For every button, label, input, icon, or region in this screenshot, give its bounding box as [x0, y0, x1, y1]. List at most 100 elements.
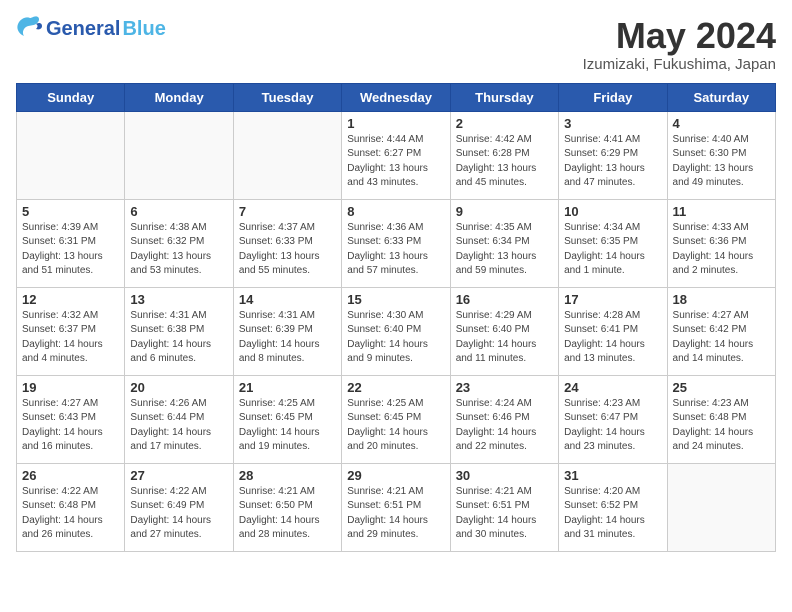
- day-number: 31: [564, 468, 661, 483]
- cell-info: Sunrise: 4:27 AM Sunset: 6:43 PM Dayligh…: [22, 397, 119, 455]
- day-number: 2: [456, 116, 553, 131]
- weekday-header-sunday: Sunday: [17, 83, 125, 111]
- calendar-cell: 15 Sunrise: 4:30 AM Sunset: 6:40 PM Dayli…: [342, 287, 450, 375]
- calendar-cell: 6 Sunrise: 4:38 AM Sunset: 6:32 PM Daylig…: [125, 199, 233, 287]
- calendar-cell: 2 Sunrise: 4:42 AM Sunset: 6:28 PM Daylig…: [450, 111, 558, 199]
- calendar-cell: 16Sunrise: 4:29 AM Sunset: 6:40 PM Dayli…: [450, 287, 558, 375]
- day-number: 13: [130, 292, 227, 307]
- weekday-header-row: SundayMondayTuesdayWednesdayThursdayFrid…: [17, 83, 776, 111]
- cell-info: Sunrise: 4:37 AM Sunset: 6:33 PM Dayligh…: [239, 221, 336, 279]
- page-header: GeneralBlue May 2024 Izumizaki, Fukushim…: [16, 16, 776, 73]
- cell-info: Sunrise: 4:26 AM Sunset: 6:44 PM Dayligh…: [130, 397, 227, 455]
- calendar-cell: 24 Sunrise: 4:23 AM Sunset: 6:47 PM Dayli…: [559, 375, 667, 463]
- title-section: May 2024 Izumizaki, Fukushima, Japan: [583, 16, 776, 73]
- calendar-cell: 13 Sunrise: 4:31 AM Sunset: 6:38 PM Dayli…: [125, 287, 233, 375]
- day-number: 30: [456, 468, 553, 483]
- day-number: 18: [673, 292, 770, 307]
- day-number: 15: [347, 292, 444, 307]
- calendar-cell: 18 Sunrise: 4:27 AM Sunset: 6:42 PM Dayli…: [667, 287, 775, 375]
- day-number: 12: [22, 292, 119, 307]
- cell-info: Sunrise: 4:40 AM Sunset: 6:30 PM Dayligh…: [673, 133, 770, 191]
- day-number: 14: [239, 292, 336, 307]
- calendar-cell: 9 Sunrise: 4:35 AM Sunset: 6:34 PM Daylig…: [450, 199, 558, 287]
- day-number: 6: [130, 204, 227, 219]
- weekday-header-monday: Monday: [125, 83, 233, 111]
- cell-info: Sunrise: 4:23 AM Sunset: 6:48 PM Dayligh…: [673, 397, 770, 455]
- cell-info: Sunrise: 4:21 AM Sunset: 6:51 PM Dayligh…: [347, 485, 444, 543]
- day-number: 23: [456, 380, 553, 395]
- cell-info: Sunrise: 4:41 AM Sunset: 6:29 PM Dayligh…: [564, 133, 661, 191]
- logo-blue-text: Blue: [122, 18, 165, 41]
- calendar-cell: 10Sunrise: 4:34 AM Sunset: 6:35 PM Dayli…: [559, 199, 667, 287]
- calendar-week-1: 1 Sunrise: 4:44 AM Sunset: 6:27 PM Daylig…: [17, 111, 776, 199]
- cell-info: Sunrise: 4:22 AM Sunset: 6:49 PM Dayligh…: [130, 485, 227, 543]
- calendar-cell: 22Sunrise: 4:25 AM Sunset: 6:45 PM Dayli…: [342, 375, 450, 463]
- cell-info: Sunrise: 4:44 AM Sunset: 6:27 PM Dayligh…: [347, 133, 444, 191]
- cell-info: Sunrise: 4:38 AM Sunset: 6:32 PM Dayligh…: [130, 221, 227, 279]
- cell-info: Sunrise: 4:31 AM Sunset: 6:38 PM Dayligh…: [130, 309, 227, 367]
- cell-info: Sunrise: 4:39 AM Sunset: 6:31 PM Dayligh…: [22, 221, 119, 279]
- calendar-cell: 31Sunrise: 4:20 AM Sunset: 6:52 PM Dayli…: [559, 463, 667, 551]
- cell-info: Sunrise: 4:36 AM Sunset: 6:33 PM Dayligh…: [347, 221, 444, 279]
- calendar-cell: [17, 111, 125, 199]
- calendar-cell: 7 Sunrise: 4:37 AM Sunset: 6:33 PM Daylig…: [233, 199, 341, 287]
- calendar-cell: 27 Sunrise: 4:22 AM Sunset: 6:49 PM Dayli…: [125, 463, 233, 551]
- cell-info: Sunrise: 4:21 AM Sunset: 6:51 PM Dayligh…: [456, 485, 553, 543]
- day-number: 24: [564, 380, 661, 395]
- calendar-cell: [125, 111, 233, 199]
- cell-info: Sunrise: 4:30 AM Sunset: 6:40 PM Dayligh…: [347, 309, 444, 367]
- day-number: 27: [130, 468, 227, 483]
- cell-info: Sunrise: 4:42 AM Sunset: 6:28 PM Dayligh…: [456, 133, 553, 191]
- calendar-cell: 21Sunrise: 4:25 AM Sunset: 6:45 PM Dayli…: [233, 375, 341, 463]
- day-number: 28: [239, 468, 336, 483]
- calendar-cell: 1 Sunrise: 4:44 AM Sunset: 6:27 PM Daylig…: [342, 111, 450, 199]
- calendar-cell: 20 Sunrise: 4:26 AM Sunset: 6:44 PM Dayli…: [125, 375, 233, 463]
- logo-general-text: General: [46, 18, 120, 41]
- day-number: 9: [456, 204, 553, 219]
- weekday-header-friday: Friday: [559, 83, 667, 111]
- calendar-week-3: 12 Sunrise: 4:32 AM Sunset: 6:37 PM Dayli…: [17, 287, 776, 375]
- cell-info: Sunrise: 4:23 AM Sunset: 6:47 PM Dayligh…: [564, 397, 661, 455]
- logo-bird-icon: [16, 16, 44, 42]
- cell-info: Sunrise: 4:35 AM Sunset: 6:34 PM Dayligh…: [456, 221, 553, 279]
- calendar-cell: 3 Sunrise: 4:41 AM Sunset: 6:29 PM Daylig…: [559, 111, 667, 199]
- calendar-cell: 28Sunrise: 4:21 AM Sunset: 6:50 PM Dayli…: [233, 463, 341, 551]
- day-number: 8: [347, 204, 444, 219]
- calendar-cell: 12 Sunrise: 4:32 AM Sunset: 6:37 PM Dayli…: [17, 287, 125, 375]
- calendar-cell: 17 Sunrise: 4:28 AM Sunset: 6:41 PM Dayli…: [559, 287, 667, 375]
- month-title: May 2024: [583, 16, 776, 56]
- logo: GeneralBlue: [16, 16, 166, 42]
- calendar-cell: 26Sunrise: 4:22 AM Sunset: 6:48 PM Dayli…: [17, 463, 125, 551]
- day-number: 26: [22, 468, 119, 483]
- calendar-cell: [667, 463, 775, 551]
- cell-info: Sunrise: 4:27 AM Sunset: 6:42 PM Dayligh…: [673, 309, 770, 367]
- day-number: 20: [130, 380, 227, 395]
- day-number: 25: [673, 380, 770, 395]
- cell-info: Sunrise: 4:31 AM Sunset: 6:39 PM Dayligh…: [239, 309, 336, 367]
- day-number: 10: [564, 204, 661, 219]
- weekday-header-saturday: Saturday: [667, 83, 775, 111]
- calendar-cell: 23 Sunrise: 4:24 AM Sunset: 6:46 PM Dayli…: [450, 375, 558, 463]
- calendar-week-5: 26Sunrise: 4:22 AM Sunset: 6:48 PM Dayli…: [17, 463, 776, 551]
- day-number: 7: [239, 204, 336, 219]
- day-number: 19: [22, 380, 119, 395]
- day-number: 22: [347, 380, 444, 395]
- cell-info: Sunrise: 4:28 AM Sunset: 6:41 PM Dayligh…: [564, 309, 661, 367]
- calendar-cell: 19 Sunrise: 4:27 AM Sunset: 6:43 PM Dayli…: [17, 375, 125, 463]
- cell-info: Sunrise: 4:32 AM Sunset: 6:37 PM Dayligh…: [22, 309, 119, 367]
- day-number: 3: [564, 116, 661, 131]
- day-number: 4: [673, 116, 770, 131]
- day-number: 16: [456, 292, 553, 307]
- calendar-cell: 25 Sunrise: 4:23 AM Sunset: 6:48 PM Dayli…: [667, 375, 775, 463]
- cell-info: Sunrise: 4:24 AM Sunset: 6:46 PM Dayligh…: [456, 397, 553, 455]
- day-number: 1: [347, 116, 444, 131]
- day-number: 17: [564, 292, 661, 307]
- day-number: 5: [22, 204, 119, 219]
- weekday-header-wednesday: Wednesday: [342, 83, 450, 111]
- calendar-cell: 8 Sunrise: 4:36 AM Sunset: 6:33 PM Daylig…: [342, 199, 450, 287]
- calendar-week-4: 19 Sunrise: 4:27 AM Sunset: 6:43 PM Dayli…: [17, 375, 776, 463]
- calendar-cell: [233, 111, 341, 199]
- day-number: 11: [673, 204, 770, 219]
- weekday-header-tuesday: Tuesday: [233, 83, 341, 111]
- weekday-header-thursday: Thursday: [450, 83, 558, 111]
